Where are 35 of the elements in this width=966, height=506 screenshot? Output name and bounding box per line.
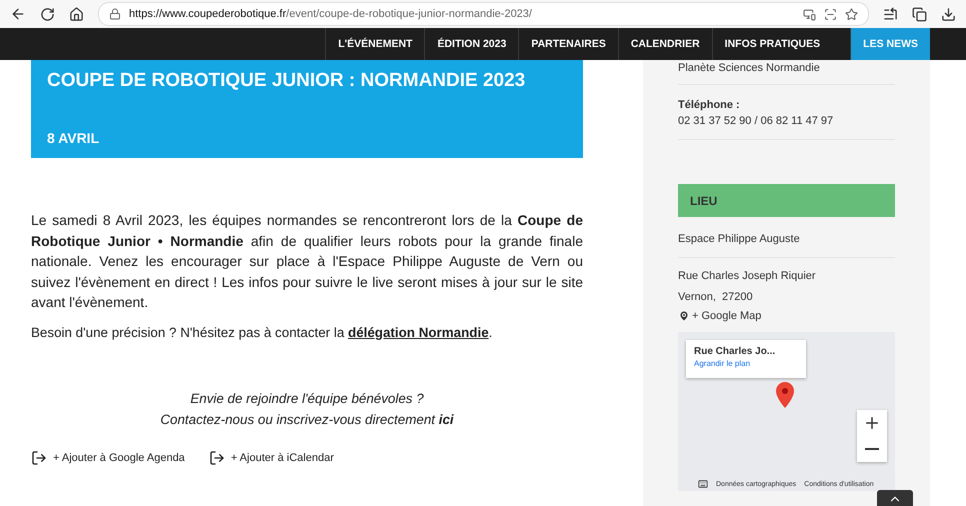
map-pin-icon <box>678 310 690 322</box>
plus-icon <box>863 414 881 432</box>
delegation-link[interactable]: délégation Normandie <box>348 324 489 340</box>
event-date: 8 AVRIL <box>47 130 100 146</box>
collections-icon[interactable] <box>912 6 927 22</box>
calendar-export-icon <box>208 450 225 466</box>
phone-number: 02 31 37 52 90 / 06 82 11 47 97 <box>678 114 834 129</box>
place-name: Rue Charles Jo... <box>694 346 776 357</box>
back-icon[interactable] <box>10 6 26 22</box>
reload-icon[interactable] <box>40 6 55 22</box>
venue-name: Espace Philippe Auguste <box>678 232 801 247</box>
minus-icon <box>865 448 879 450</box>
city-address: Vernon, 27200 <box>678 290 754 305</box>
map-pin-icon <box>776 382 794 408</box>
volunteer-text: Envie de rejoindre l'équipe bénévoles ? <box>190 390 424 408</box>
phone-label: Téléphone : <box>678 98 741 113</box>
contact-paragraph: Besoin d'une précision ? N'hésitez pas à contacter la délégation Normandie. <box>31 324 494 340</box>
intro-paragraph: Le samedi 8 Avril 2023, les équipes normandes se rencontreront lors de la Coupe de Robotique Junior • Normandie afin de qualifier leurs robots pour la grande finale nationale. Venez les encourager sur place à l'Espace Philippe Auguste de Vern ou suivez l'évènement en direct ! Les infos pour suivre le live seront mises à jour sur le site avant l'évènement. <box>31 211 583 312</box>
google-map-link[interactable]: + Google Map <box>678 310 895 322</box>
organizer-name: Planète Sciences Normandie <box>678 61 821 76</box>
enlarge-map-link[interactable]: Agrandir le plan <box>694 359 750 368</box>
favorites-icon[interactable] <box>883 6 898 22</box>
signup-link[interactable]: ici <box>438 412 454 426</box>
venue-heading: LIEU <box>678 184 895 217</box>
keyboard-icon <box>698 479 708 489</box>
download-icon[interactable] <box>941 6 956 22</box>
calendar-link[interactable]: + Ajouter à Google Agenda <box>31 450 185 466</box>
calendar-link[interactable]: + Ajouter à iCalendar <box>208 450 334 466</box>
event-title: COUPE DE ROBOTIQUE JUNIOR : NORMANDIE 2023 <box>47 70 526 92</box>
street-address: Rue Charles Joseph Riquier <box>678 269 817 284</box>
home-icon[interactable] <box>69 6 84 22</box>
contact-text: Contactez-nous ou inscrivez-vous directement ici <box>160 410 454 428</box>
calendar-export-icon <box>31 450 47 466</box>
scroll-top-button[interactable] <box>877 490 913 506</box>
address-bar[interactable]: https://www.coupederobotique.fr/event/coupe-de-robotique-junior-normandie-2023/ <box>98 2 869 26</box>
